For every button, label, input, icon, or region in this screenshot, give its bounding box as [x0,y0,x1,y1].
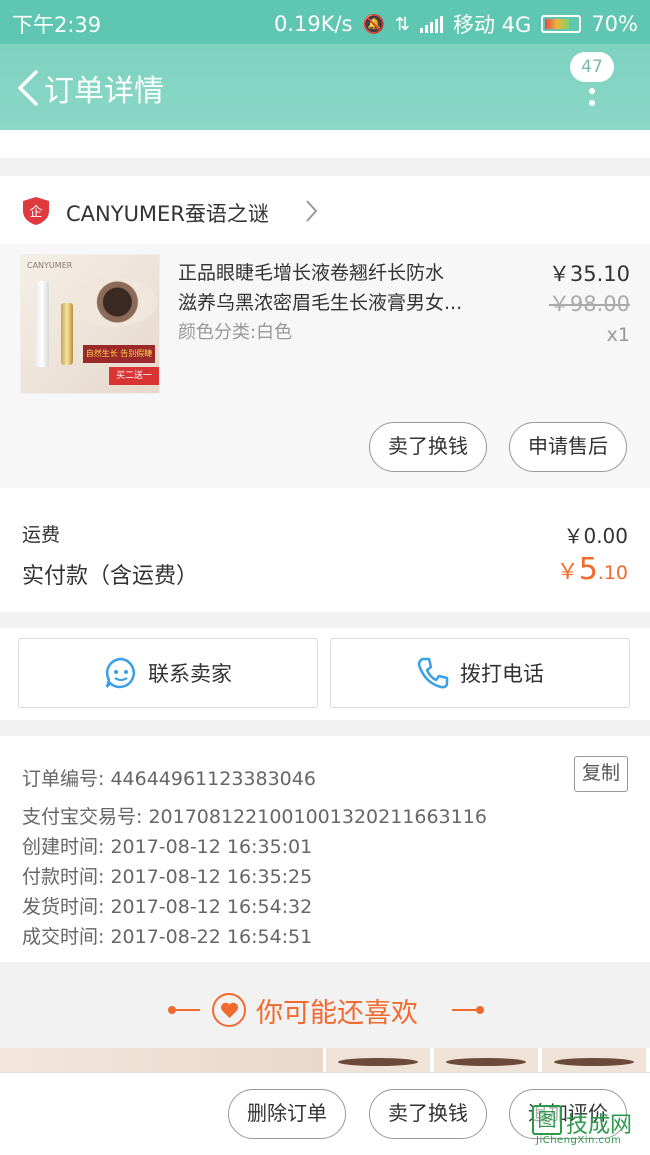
delete-order-button[interactable]: 删除订单 [228,1089,346,1139]
decor-line [176,1009,200,1011]
paid-label: 实付款（含运费） [22,564,199,589]
shipping-value: ￥0.00 [563,524,628,548]
after-sales-button[interactable]: 申请售后 [509,422,627,472]
product-sku: 颜色分类:白色 [178,322,293,343]
alipay-trade-number: 支付宝交易号: 2017081221001001320211663116 [22,806,487,828]
carrier-label: 移动 4G [453,13,532,37]
shipped-time: 发货时间: 2017-08-12 16:54:32 [22,896,313,918]
goods-item[interactable]: CANYUMER 自然生长 告别假睫毛 买二送一 正品眼睫毛增长液卷翘纤长防水 … [0,244,650,488]
product-title: 正品眼睫毛增长液卷翘纤长防水 滋养乌黑浓密眉毛生长液膏男女... [178,258,508,318]
paid-time: 付款时间: 2017-08-12 16:35:25 [22,866,313,888]
more-dots-icon [589,88,595,94]
recommend-header: 你可能还喜欢 [0,964,650,1048]
order-info: 订单编号: 44644961123383046 复制 支付宝交易号: 20170… [0,736,650,962]
enterprise-shop-icon: 企 [23,197,49,225]
watermark-glyph: 图 [532,1105,562,1135]
mute-icon: 🔕 [362,13,385,35]
address-section-cutoff [0,130,650,158]
product-quantity: x1 [606,324,630,346]
product-price: ￥35.10 [548,262,630,286]
decor-line [452,1009,476,1011]
page-title: 订单详情 [44,74,164,109]
fee-summary: 运费 ￥0.00 实付款（含运费） ￥5.10 [0,488,650,612]
more-dots-icon-2 [589,100,595,106]
serum-tube-image [35,281,49,367]
created-time: 创建时间: 2017-08-12 16:35:01 [22,836,313,858]
brow-image [338,1058,418,1066]
contact-seller-label: 联系卖家 [148,662,232,686]
shipping-label: 运费 [22,524,61,546]
call-phone-button[interactable]: 拨打电话 [330,638,630,708]
heart-icon [212,993,246,1027]
nav-bar: 订单详情 47 [0,44,650,130]
battery-icon [541,15,582,33]
completed-time: 成交时间: 2017-08-22 16:54:51 [22,926,313,948]
message-count-badge: 47 [570,52,614,82]
copy-button[interactable]: 复制 [574,756,628,792]
decor-dot [476,1006,484,1014]
paid-currency: ￥ [556,560,579,585]
more-menu-button[interactable]: 47 [570,52,620,122]
bottom-action-bar: 删除订单 卖了换钱 追加评价 图 技成网 JiChengXin.com [0,1072,650,1155]
product-title-line: 正品眼睫毛增长液卷翘纤长防水 [178,262,445,284]
contact-section: 联系卖家 拨打电话 [0,628,650,720]
status-right: 0.19K/s 🔕 ⇅ 移动 4G 70% [274,9,638,39]
enterprise-logo-glyph: 企 [29,204,42,220]
contact-seller-button[interactable]: 联系卖家 [18,638,318,708]
call-phone-label: 拨打电话 [460,662,544,686]
data-transfer-icon: ⇅ [394,13,410,35]
order-number: 订单编号: 44644961123383046 [22,768,316,790]
decor-dot [168,1006,176,1014]
eye-image [69,277,157,327]
thumbnail-brand: CANYUMER [27,261,73,270]
brow-image [446,1058,526,1066]
battery-level: 70% [591,12,638,36]
back-button[interactable] [14,68,42,108]
thumbnail-promo: 自然生长 告别假睫毛 [83,345,155,376]
shop-name: CANYUMER蚕语之谜 [66,202,269,226]
recommend-title: 你可能还喜欢 [256,998,418,1029]
resell-button[interactable]: 卖了换钱 [369,422,487,472]
product-thumbnail[interactable]: CANYUMER 自然生长 告别假睫毛 买二送一 [20,254,160,394]
brow-image [554,1058,634,1066]
product-title-line: 滋养乌黑浓密眉毛生长液膏男女... [178,292,463,314]
thumbnail-sale: 买二送一 [109,367,159,385]
status-time: 下午2:39 [12,13,102,37]
status-bar: 下午2:39 0.19K/s 🔕 ⇅ 移动 4G 70% [0,0,650,44]
chevron-right-icon [306,200,318,222]
shop-header[interactable]: 企 CANYUMER蚕语之谜 [0,176,650,244]
chevron-left-icon [18,70,38,106]
paid-decimal: .10 [597,562,628,584]
paid-amount: ￥5.10 [557,552,628,587]
phone-icon [417,657,449,689]
watermark-url: JiChengXin.com [536,1135,622,1146]
network-speed: 0.19K/s [273,12,353,36]
serum-tube-image-2 [61,303,73,365]
signal-icon [420,15,443,33]
resell-button-bottom[interactable]: 卖了换钱 [369,1089,487,1139]
paid-integer: 5 [578,552,598,587]
product-original-price: ￥98.00 [548,292,630,316]
watermark-logo: 图 技成网 JiChengXin.com [530,1105,648,1149]
chat-bubble-icon [105,657,135,689]
